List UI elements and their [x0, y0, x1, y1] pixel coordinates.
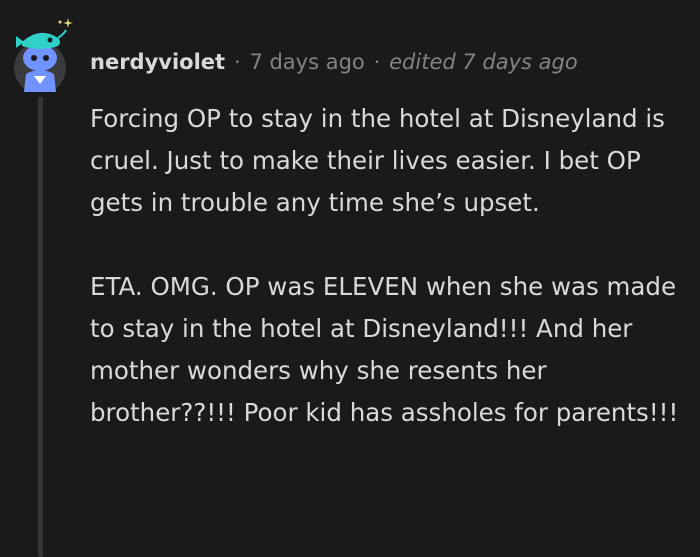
- meta-separator: ·: [234, 50, 241, 74]
- comment: nerdyviolet · 7 days ago · edited 7 days…: [0, 0, 700, 557]
- meta-separator: ·: [373, 50, 381, 74]
- comment-paragraph: ETA. OMG. OP was ELEVEN when she was mad…: [90, 272, 679, 427]
- snoo-avatar-icon: [14, 18, 73, 94]
- edited-label: edited 7 days ago: [389, 50, 578, 74]
- comment-paragraph: Forcing OP to stay in the hotel at Disne…: [90, 104, 665, 217]
- user-avatar[interactable]: [12, 12, 76, 94]
- comment-body: Forcing OP to stay in the hotel at Disne…: [90, 98, 690, 434]
- username-link[interactable]: nerdyviolet: [90, 44, 225, 80]
- comment-timestamp[interactable]: 7 days ago: [249, 44, 364, 80]
- comment-header: nerdyviolet · 7 days ago · edited 7 days…: [90, 44, 578, 80]
- thread-collapse-line[interactable]: [38, 97, 43, 557]
